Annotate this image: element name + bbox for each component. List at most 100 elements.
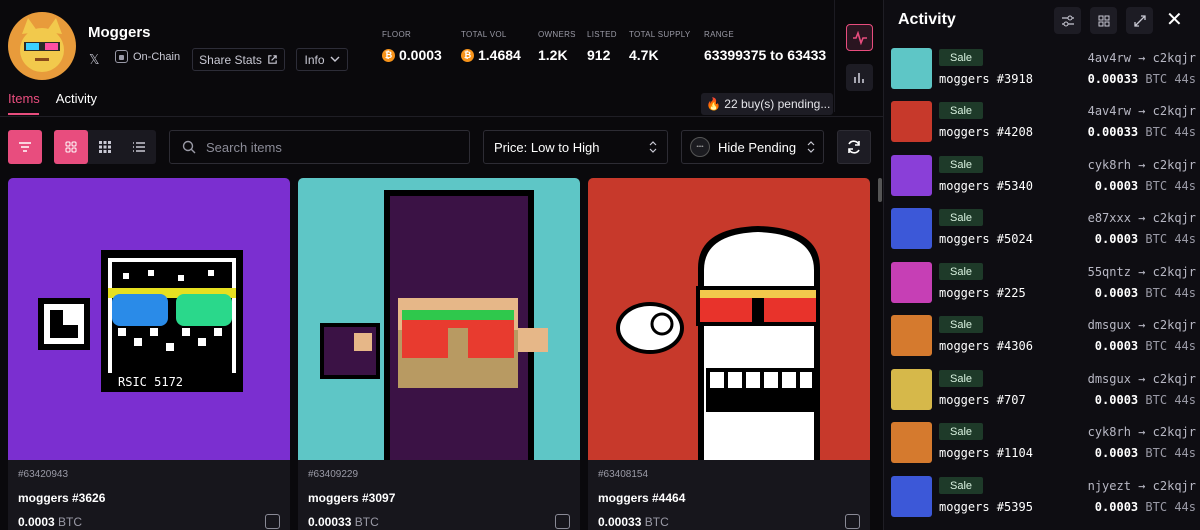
activity-row[interactable]: Sale moggers #225 55qntz → c2kqjr 0.0003…	[891, 262, 1196, 308]
activity-row[interactable]: Sale moggers #707 dmsgux → c2kqjr 0.0003…	[891, 369, 1196, 415]
event-type-badge: Sale	[939, 156, 983, 173]
chart-button[interactable]	[846, 64, 873, 91]
tab-activity[interactable]: Activity	[56, 91, 97, 106]
scan-icon[interactable]	[265, 514, 280, 529]
activity-row[interactable]: Sale moggers #5340 cyk8rh → c2kqjr 0.000…	[891, 155, 1196, 201]
activity-thumbnail	[891, 369, 932, 410]
stat-listed: LISTED 912	[587, 30, 617, 63]
activity-grid-button[interactable]	[1090, 7, 1117, 34]
activity-item-name: moggers #5395	[939, 500, 1033, 514]
activity-panel: Activity ✕ Sale moggers #3918 4av4rw → c…	[883, 0, 1200, 530]
view-large-grid-button[interactable]	[54, 130, 88, 164]
expand-icon	[1133, 14, 1146, 27]
price-unit: BTC	[1145, 286, 1168, 300]
view-list-button[interactable]	[122, 130, 156, 164]
price-value: 0.00033	[308, 515, 352, 529]
activity-price: 0.0003 BTC 44s	[1095, 179, 1196, 193]
tab-items[interactable]: Items	[8, 91, 40, 106]
search-input[interactable]	[206, 139, 456, 155]
activity-row[interactable]: Sale moggers #4306 dmsgux → c2kqjr 0.000…	[891, 315, 1196, 361]
event-type-badge: Sale	[939, 423, 983, 440]
filter-button[interactable]	[8, 130, 42, 164]
chevron-updown-icon	[807, 141, 815, 153]
refresh-button[interactable]	[837, 130, 871, 164]
list-icon	[133, 142, 145, 152]
from-address: dmsgux	[1087, 372, 1131, 386]
time-ago: 44s	[1174, 72, 1196, 86]
to-address: c2kqjr	[1152, 104, 1196, 118]
on-chain-label: On-Chain	[133, 50, 181, 63]
activity-pulse-button[interactable]	[846, 24, 873, 51]
scan-icon[interactable]	[845, 514, 860, 529]
nft-image: RSIC 5172	[8, 178, 290, 460]
inscription-number: #63408154	[598, 469, 649, 480]
activity-transfer: e87xxx → c2kqjr	[1087, 211, 1196, 225]
price-value: 0.0003	[1094, 286, 1139, 300]
pending-buys-badge[interactable]: 🔥 22 buy(s) pending...	[701, 93, 833, 115]
collection-tabs: Items Activity	[8, 91, 97, 106]
activity-price: 0.0003 BTC 44s	[1095, 500, 1196, 514]
price-unit: BTC	[1145, 125, 1168, 139]
activity-row[interactable]: Sale moggers #3918 4av4rw → c2kqjr 0.000…	[891, 48, 1196, 94]
event-type-badge: Sale	[939, 209, 983, 226]
share-stats-button[interactable]: Share Stats	[192, 48, 285, 71]
activity-item-name: moggers #5024	[939, 232, 1033, 246]
activity-row[interactable]: Sale moggers #5024 e87xxx → c2kqjr 0.000…	[891, 208, 1196, 254]
x-icon[interactable]: 𝕏	[89, 52, 99, 68]
pulse-icon	[852, 30, 867, 45]
sort-label: Price: Low to High	[494, 139, 600, 155]
on-chain-badge[interactable]: On-Chain	[115, 50, 180, 63]
activity-row[interactable]: Sale moggers #1104 cyk8rh → c2kqjr 0.000…	[891, 422, 1196, 468]
bitcoin-icon: ₿	[461, 48, 474, 62]
stat-label: TOTAL VOL	[461, 30, 507, 39]
price-value: 0.0003	[1094, 339, 1139, 353]
scrollbar-thumb[interactable]	[878, 178, 882, 202]
stat-label: RANGE	[704, 30, 734, 39]
close-icon[interactable]: ✕	[1166, 8, 1183, 32]
activity-price: 0.0003 BTC 44s	[1095, 232, 1196, 246]
price-unit: BTC	[1145, 179, 1168, 193]
to-address: c2kqjr	[1152, 51, 1196, 65]
app-window: Moggers 𝕏 On-Chain Share Stats Info FLOO…	[0, 0, 1200, 530]
hide-pending-toggle[interactable]: •••• Hide Pending	[681, 130, 824, 164]
sort-select[interactable]: Price: Low to High	[483, 130, 668, 164]
activity-transfer: dmsgux → c2kqjr	[1087, 372, 1196, 386]
scan-icon[interactable]	[555, 514, 570, 529]
info-dropdown[interactable]: Info	[296, 48, 348, 71]
nft-card[interactable]: #63409229 moggers #3097 0.00033 BTC	[298, 178, 580, 530]
stat-label: FLOOR	[382, 30, 412, 39]
inscription-number: #63409229	[308, 469, 359, 480]
nft-name: moggers #3097	[308, 491, 396, 505]
event-type-badge: Sale	[939, 370, 983, 387]
price-unit: BTC	[1145, 232, 1168, 246]
activity-item-name: moggers #707	[939, 393, 1026, 407]
stat-value: 63399375 to 63433	[704, 47, 827, 63]
nft-price: 0.00033 BTC	[308, 515, 379, 529]
event-type-badge: Sale	[939, 49, 983, 66]
divider	[0, 116, 883, 117]
activity-row[interactable]: Sale moggers #5395 njyezt → c2kqjr 0.000…	[891, 476, 1196, 522]
activity-filter-button[interactable]	[1054, 7, 1081, 34]
time-ago: 44s	[1174, 339, 1196, 353]
price-value: 0.00033	[1087, 72, 1139, 86]
to-address: c2kqjr	[1152, 211, 1196, 225]
stat-value: 0.0003	[399, 47, 442, 63]
collection-main: Moggers 𝕏 On-Chain Share Stats Info FLOO…	[0, 0, 883, 530]
activity-thumbnail	[891, 155, 932, 196]
view-small-grid-button[interactable]	[88, 130, 122, 164]
svg-text:RSIC 5172: RSIC 5172	[118, 375, 183, 389]
price-unit: BTC	[1145, 500, 1168, 514]
activity-transfer: 4av4rw → c2kqjr	[1087, 51, 1196, 65]
stat-label: LISTED	[587, 30, 617, 39]
activity-thumbnail	[891, 315, 932, 356]
from-address: 55qntz	[1087, 265, 1131, 279]
inscription-icon	[115, 50, 128, 63]
activity-row[interactable]: Sale moggers #4208 4av4rw → c2kqjr 0.000…	[891, 101, 1196, 147]
info-label: Info	[304, 52, 325, 67]
nft-card[interactable]: #63408154 moggers #4464 0.00033 BTC	[588, 178, 870, 530]
nft-card[interactable]: RSIC 5172 #63420943 moggers #3626 0.0003…	[8, 178, 290, 530]
event-type-badge: Sale	[939, 263, 983, 280]
hide-pending-label: Hide Pending	[718, 139, 797, 155]
nft-name: moggers #4464	[598, 491, 686, 505]
expand-panel-button[interactable]	[1126, 7, 1153, 34]
